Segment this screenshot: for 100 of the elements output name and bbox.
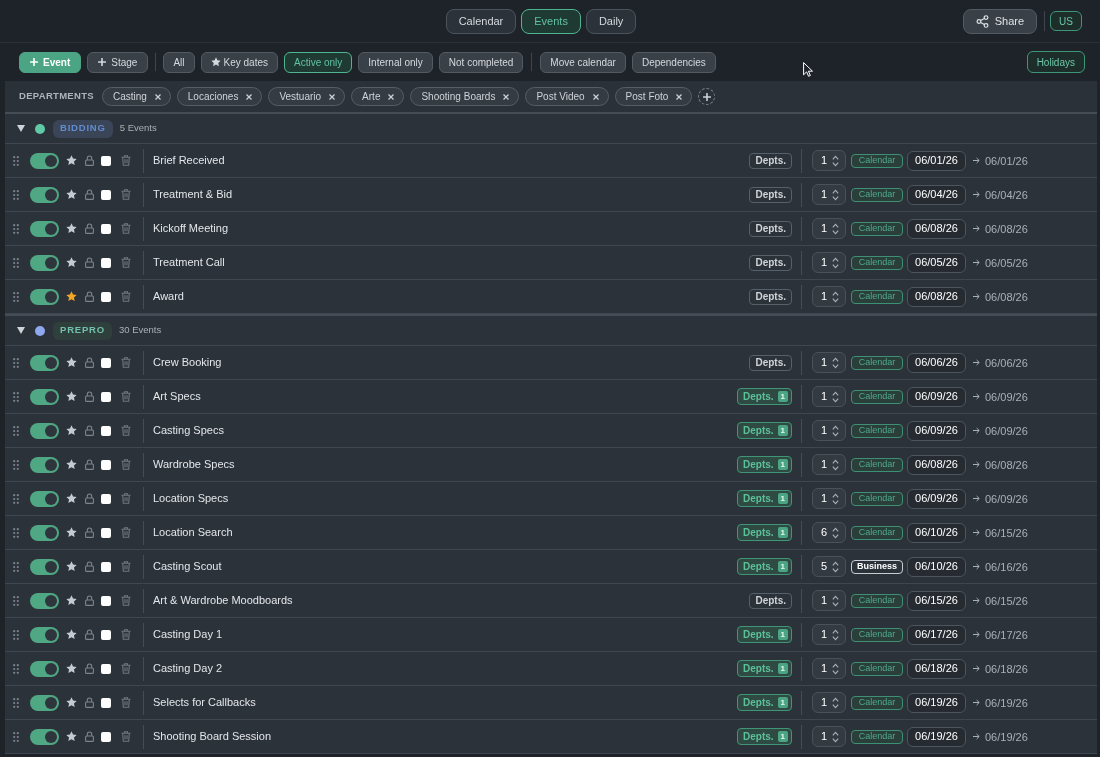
up-down-chevron-icon[interactable] — [832, 222, 840, 235]
lock-icon[interactable] — [85, 697, 94, 708]
drag-handle-icon[interactable] — [13, 189, 19, 200]
up-down-chevron-icon[interactable] — [832, 390, 840, 403]
departments-button[interactable]: Depts. 1 — [737, 626, 792, 643]
up-down-chevron-icon[interactable] — [832, 730, 840, 743]
departments-button[interactable]: Depts. 1 — [737, 388, 792, 405]
toggle-switch[interactable] — [30, 220, 59, 237]
toggle-switch[interactable] — [30, 456, 59, 473]
day-type-tag[interactable]: Calendar — [851, 695, 903, 710]
trash-icon[interactable] — [121, 459, 131, 470]
duration-stepper[interactable]: 1 — [812, 352, 846, 373]
day-type-tag[interactable]: Calendar — [851, 593, 903, 608]
duration-stepper[interactable]: 1 — [812, 454, 846, 475]
departments-button[interactable]: Depts. 1 — [737, 728, 792, 745]
up-down-chevron-icon[interactable] — [832, 458, 840, 471]
drag-handle-icon[interactable] — [13, 561, 19, 572]
trash-icon[interactable] — [121, 663, 131, 674]
star-icon[interactable] — [66, 189, 77, 200]
filter-button[interactable]: Key dates — [200, 51, 278, 73]
star-icon[interactable] — [66, 629, 77, 640]
lock-icon[interactable] — [85, 257, 94, 268]
checkbox[interactable] — [101, 731, 111, 742]
drag-handle-icon[interactable] — [13, 697, 19, 708]
checkbox[interactable] — [101, 527, 111, 538]
duration-stepper[interactable]: 1 — [812, 252, 846, 273]
checkbox[interactable] — [101, 459, 111, 470]
trash-icon[interactable] — [121, 257, 131, 268]
departments-button[interactable]: Depts. 1 — [737, 660, 792, 677]
day-type-tag[interactable]: Calendar — [851, 153, 903, 168]
departments-button[interactable]: Depts. 1 — [737, 558, 792, 575]
toggle-switch[interactable] — [30, 254, 59, 271]
filter-button[interactable]: All — [163, 51, 195, 73]
toggle-switch[interactable] — [30, 592, 59, 609]
star-icon[interactable] — [66, 595, 77, 606]
department-chip[interactable]: Vestuario — [268, 87, 346, 106]
lock-icon[interactable] — [85, 391, 94, 402]
checkbox[interactable] — [101, 561, 111, 572]
checkbox[interactable] — [101, 663, 111, 674]
filter-button[interactable]: Active only — [284, 51, 353, 73]
up-down-chevron-icon[interactable] — [832, 628, 840, 641]
duration-stepper[interactable]: 1 — [812, 590, 846, 611]
duration-stepper[interactable]: 5 — [812, 556, 846, 577]
up-down-chevron-icon[interactable] — [832, 154, 840, 167]
remove-icon[interactable] — [388, 93, 395, 100]
star-icon[interactable] — [66, 357, 77, 368]
checkbox[interactable] — [101, 493, 111, 504]
trash-icon[interactable] — [121, 595, 131, 606]
lock-icon[interactable] — [85, 493, 94, 504]
remove-icon[interactable] — [329, 93, 336, 100]
day-type-tag[interactable]: Calendar — [851, 187, 903, 202]
caret-icon[interactable] — [17, 327, 25, 334]
drag-handle-icon[interactable] — [13, 155, 19, 166]
star-icon[interactable] — [66, 257, 77, 268]
caret-icon[interactable] — [17, 125, 25, 132]
departments-button[interactable]: Depts. — [749, 254, 792, 271]
start-date-field[interactable]: 06/01/26 — [907, 150, 966, 171]
trash-icon[interactable] — [121, 697, 131, 708]
up-down-chevron-icon[interactable] — [832, 290, 840, 303]
lock-icon[interactable] — [85, 595, 94, 606]
up-down-chevron-icon[interactable] — [832, 696, 840, 709]
up-down-chevron-icon[interactable] — [832, 492, 840, 505]
duration-stepper[interactable]: 1 — [812, 726, 846, 747]
departments-button[interactable]: Depts. — [749, 152, 792, 169]
trash-icon[interactable] — [121, 357, 131, 368]
start-date-field[interactable]: 06/15/26 — [907, 590, 966, 611]
start-date-field[interactable]: 06/09/26 — [907, 488, 966, 509]
drag-handle-icon[interactable] — [13, 257, 19, 268]
star-icon[interactable] — [66, 425, 77, 436]
start-date-field[interactable]: 06/04/26 — [907, 184, 966, 205]
filter-button[interactable]: Internal only — [358, 51, 433, 73]
day-type-tag[interactable]: Calendar — [851, 423, 903, 438]
start-date-field[interactable]: 06/09/26 — [907, 420, 966, 441]
trash-icon[interactable] — [121, 291, 131, 302]
trash-icon[interactable] — [121, 155, 131, 166]
start-date-field[interactable]: 06/06/26 — [907, 352, 966, 373]
action-button[interactable]: Dependencies — [631, 51, 716, 73]
day-type-tag[interactable]: Calendar — [851, 221, 903, 236]
start-date-field[interactable]: 06/09/26 — [907, 386, 966, 407]
star-icon[interactable] — [66, 291, 77, 302]
toggle-switch[interactable] — [30, 422, 59, 439]
trash-icon[interactable] — [121, 561, 131, 572]
up-down-chevron-icon[interactable] — [832, 424, 840, 437]
checkbox[interactable] — [101, 155, 111, 166]
duration-stepper[interactable]: 1 — [812, 420, 846, 441]
region-button[interactable]: US — [1050, 11, 1082, 31]
drag-handle-icon[interactable] — [13, 391, 19, 402]
star-icon[interactable] — [66, 493, 77, 504]
toggle-switch[interactable] — [30, 288, 59, 305]
action-button[interactable]: Move calendar — [540, 51, 626, 73]
checkbox[interactable] — [101, 391, 111, 402]
day-type-tag[interactable]: Calendar — [851, 389, 903, 404]
department-chip[interactable]: Post Video — [525, 87, 609, 106]
drag-handle-icon[interactable] — [13, 357, 19, 368]
remove-icon[interactable] — [676, 93, 683, 100]
lock-icon[interactable] — [85, 189, 94, 200]
department-chip[interactable]: Locaciones — [176, 87, 263, 106]
remove-icon[interactable] — [246, 93, 253, 100]
trash-icon[interactable] — [121, 391, 131, 402]
share-button[interactable]: Share — [962, 8, 1038, 34]
